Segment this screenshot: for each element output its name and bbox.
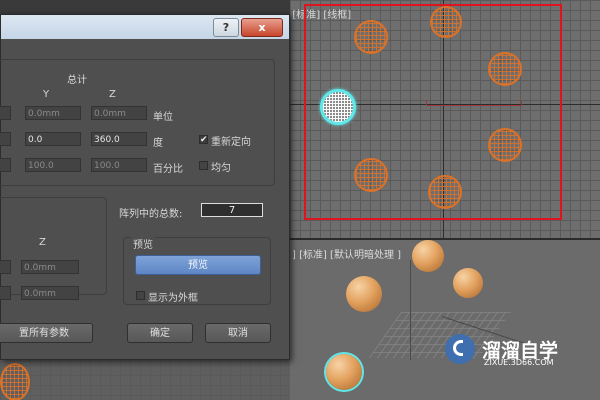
sphere-wireframe[interactable] xyxy=(354,158,388,192)
array-dialog: ? x 总计 Y Z 0.0mm 0.0mm 单位 0.0 360.0 度 ✔ … xyxy=(0,14,290,360)
sphere-wireframe[interactable] xyxy=(354,20,388,54)
viewport-grid xyxy=(0,355,290,400)
incremental-z-spinner-2[interactable]: 0.0mm xyxy=(21,286,79,300)
watermark-logo-icon xyxy=(445,334,475,364)
incremental-z-spinner[interactable]: 0.0mm xyxy=(21,260,79,274)
incremental-y-spinner[interactable] xyxy=(0,260,11,274)
incremental-y-spinner-2[interactable] xyxy=(0,286,11,300)
total-y-scale-spinner[interactable]: 100.0 xyxy=(25,158,81,172)
viewport-persp-label[interactable]: ] [标准] [默认明暗处理 ] xyxy=(292,246,401,261)
preview-button[interactable]: 预览 xyxy=(135,255,261,275)
unit-label: 单位 xyxy=(153,112,173,123)
sphere-wireframe[interactable] xyxy=(430,6,462,38)
reset-all-parameters-button[interactable]: 置所有参数 xyxy=(0,323,93,343)
col-z-header: Z xyxy=(109,89,116,100)
total-in-array-label: 阵列中的总数: xyxy=(119,209,183,220)
total-z-scale-spinner[interactable]: 100.0 xyxy=(91,158,147,172)
display-as-box-label: 显示为外框 xyxy=(148,293,198,304)
uniform-checkbox[interactable] xyxy=(199,161,208,170)
perspective-viewport[interactable]: ] [标准] [默认明暗处理 ] 溜溜自学 ZIXUE.3D66.COM xyxy=(290,240,600,400)
close-button[interactable]: x xyxy=(241,18,283,37)
total-z-rotate-spinner[interactable]: 360.0 xyxy=(91,132,147,146)
total-y-rotate-spinner[interactable]: 0.0 xyxy=(25,132,81,146)
percent-label: 百分比 xyxy=(153,164,183,175)
sphere-shaded[interactable] xyxy=(412,240,444,272)
uniform-label: 均匀 xyxy=(211,163,231,174)
preview-group-title: 预览 xyxy=(131,236,155,251)
array-dimensions-group xyxy=(0,197,107,295)
total-in-array-input[interactable]: 7 xyxy=(201,203,263,217)
top-viewport[interactable]: [+] [顶] [标准] [线框] xyxy=(290,0,600,240)
watermark-url: ZIXUE.3D66.COM xyxy=(484,358,554,367)
sphere-wireframe[interactable] xyxy=(488,128,522,162)
reorient-checkbox[interactable]: ✔ xyxy=(199,135,208,145)
watermark-logo-glyph xyxy=(453,340,463,356)
gizmo-axis xyxy=(410,260,411,360)
col-y-header: Y xyxy=(43,89,50,100)
help-button[interactable]: ? xyxy=(213,18,239,37)
total-z-move-spinner[interactable]: 0.0mm xyxy=(91,106,147,120)
col-z-header-2: Z xyxy=(39,237,46,248)
sphere-selected[interactable] xyxy=(320,89,356,125)
ok-button[interactable]: 确定 xyxy=(127,323,193,343)
sphere-wireframe[interactable] xyxy=(488,52,522,86)
left-viewport[interactable] xyxy=(0,355,290,400)
sphere-wireframe[interactable] xyxy=(428,175,462,209)
total-x-rotate-spinner[interactable] xyxy=(0,132,11,146)
sphere-shaded[interactable] xyxy=(346,276,382,312)
sphere-wireframe[interactable] xyxy=(0,363,30,400)
cancel-button[interactable]: 取消 xyxy=(205,323,271,343)
sphere-shaded[interactable] xyxy=(453,268,483,298)
sphere-selected[interactable] xyxy=(326,354,362,390)
total-x-move-spinner[interactable] xyxy=(0,106,11,120)
total-y-move-spinner[interactable]: 0.0mm xyxy=(25,106,81,120)
total-x-scale-spinner[interactable] xyxy=(0,158,11,172)
degree-label: 度 xyxy=(153,138,163,149)
display-as-box-checkbox[interactable] xyxy=(136,291,145,300)
totals-heading: 总计 xyxy=(67,75,87,86)
reorient-label: 重新定向 xyxy=(211,137,251,148)
